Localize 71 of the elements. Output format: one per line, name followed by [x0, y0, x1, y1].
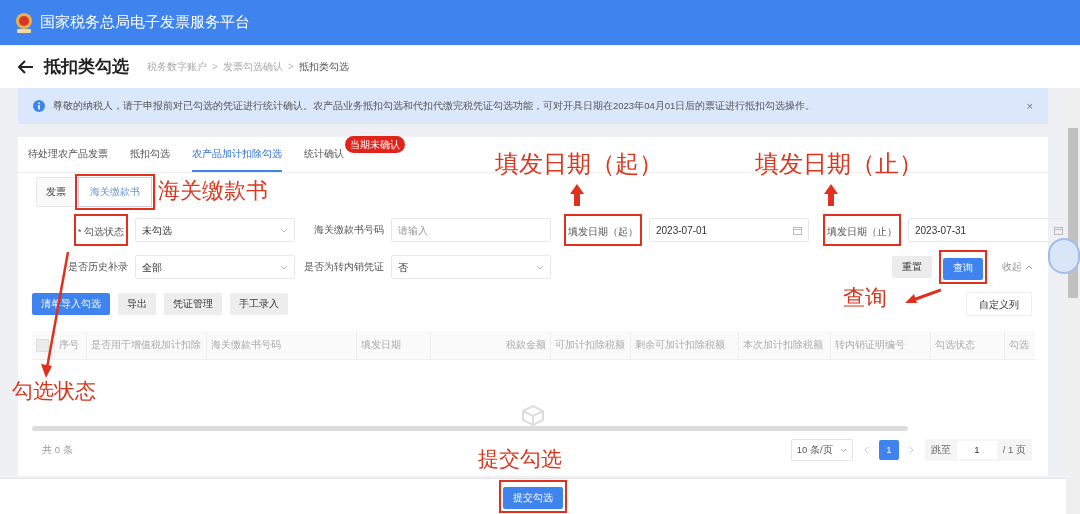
total-count: 共 0 条 [42, 442, 73, 457]
tab[interactable]: 待处理农产品发票 [28, 136, 108, 172]
back-arrow-icon[interactable] [18, 59, 34, 74]
select-field[interactable]: 否 [391, 255, 551, 279]
column-header: 勾选状态 [930, 331, 1004, 359]
field-label: 填发日期（止） [827, 226, 897, 237]
action-button[interactable]: 导出 [118, 293, 156, 315]
annotation-label: 填发日期（止） [755, 152, 923, 176]
date-field[interactable]: 2023-07-01 [649, 218, 809, 242]
chevron-down-icon [280, 227, 288, 233]
column-header: 勾选 [1004, 331, 1035, 359]
previous-page-icon[interactable] [862, 446, 869, 454]
site-title: 国家税务总局电子发票服务平台 [40, 12, 250, 33]
mascot-icon[interactable] [1048, 238, 1080, 274]
column-header: 税款金额 [430, 331, 550, 359]
column-header: 序号 [54, 331, 86, 359]
select-field[interactable]: 全部 [135, 255, 295, 279]
annotation-label: 填发日期（起） [495, 152, 663, 176]
checkbox[interactable] [36, 338, 49, 352]
status-badge: 当期未确认 [345, 136, 405, 153]
annotation-label: 提交勾选 [478, 448, 562, 469]
input-field[interactable]: 请输入 [391, 218, 551, 242]
breadcrumb-separator: > [287, 60, 294, 74]
column-header: 剩余可加计扣除税额 [630, 331, 738, 359]
custom-columns-button[interactable]: 自定义列 [966, 292, 1032, 316]
info-icon [33, 100, 45, 112]
query-button[interactable]: 查询 [943, 257, 983, 280]
close-button[interactable]: × [1026, 97, 1033, 115]
field-label: 是否历史补录 [68, 260, 128, 274]
annotation-arrow [824, 184, 838, 206]
select-field[interactable]: 未勾选 [135, 218, 295, 242]
alert-message: 尊敬的纳税人，请于申报前对已勾选的凭证进行统计确认。农产品业务抵扣勾选和代扣代缴完税凭证勾选功能，可对开具日期在2023年04月01日后的票证进行抵扣勾选操作。 [53, 98, 817, 113]
column-header: 可加计扣除税额 [550, 331, 630, 359]
jump-page-field[interactable]: 1 [956, 441, 997, 459]
next-page-icon[interactable] [908, 446, 915, 454]
column-header: 海关缴款书号码 [206, 331, 356, 359]
jump-label: 跳至 [930, 442, 951, 457]
horizontal-scrollbar[interactable] [32, 426, 908, 431]
page-count: / 1 页 [1002, 442, 1026, 457]
page-size-select[interactable]: 10 条/页 [790, 439, 853, 461]
chevron-down-icon [839, 447, 847, 453]
chevron-down-icon [536, 264, 544, 270]
column-header: 是否用于增值税加计扣除 [86, 331, 206, 359]
column-header: 转内销证明编号 [830, 331, 930, 359]
action-button[interactable]: 手工录入 [230, 293, 288, 315]
empty-box-icon [521, 404, 545, 426]
field-label: 海关缴款书号码 [314, 223, 384, 237]
column-header: 填发日期 [356, 331, 430, 359]
chevron-down-icon [280, 264, 288, 270]
subtab[interactable]: 发票 [37, 177, 75, 206]
annotation-label: 勾选状态 [12, 380, 96, 401]
submit-selection-button[interactable]: 提交勾选 [503, 487, 563, 510]
calendar-icon [793, 225, 802, 235]
field-label: * 勾选状态 [77, 226, 124, 237]
tab[interactable]: 农产品加计扣除勾选 [192, 136, 282, 172]
reset-button[interactable]: 重置 [892, 256, 932, 278]
annotation-label: 查询 [843, 287, 887, 309]
page-title: 抵扣类勾选 [44, 55, 129, 78]
field-label: 是否为转内销凭证 [304, 260, 384, 274]
annotation-label: 海关缴款书 [158, 180, 268, 202]
chevron-up-icon [1025, 264, 1033, 270]
annotation-arrow [570, 184, 584, 206]
tab[interactable]: 抵扣勾选 [130, 136, 170, 172]
page-button[interactable]: 1 [878, 440, 899, 460]
calendar-icon [1054, 225, 1063, 235]
emblem-icon [14, 11, 34, 34]
action-button[interactable]: 凭证管理 [164, 293, 222, 315]
annotation-arrow [905, 288, 941, 304]
column-header: 本次加计扣除税额 [738, 331, 830, 359]
breadcrumb-separator: > [212, 60, 218, 74]
field-label: 填发日期（起） [568, 226, 638, 237]
